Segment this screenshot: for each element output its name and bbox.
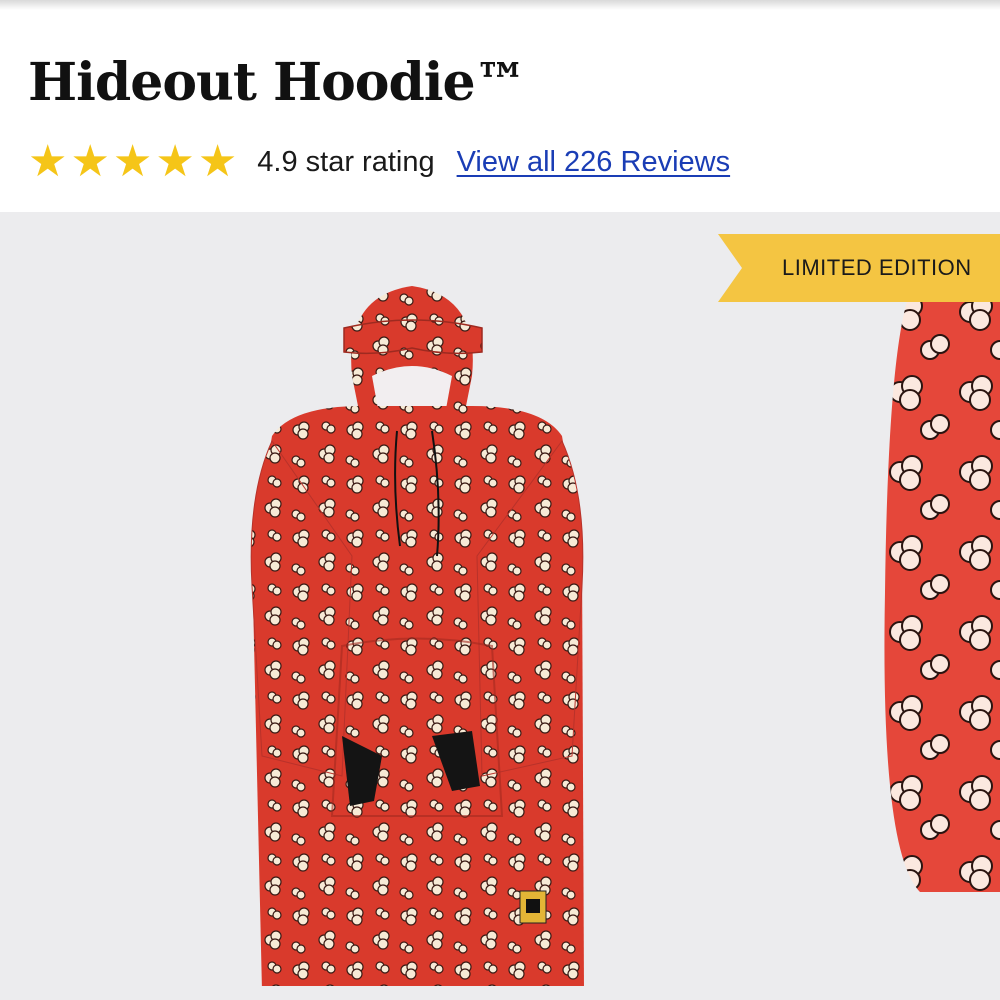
product-image-gallery[interactable]: LIMITED EDITION: [0, 212, 1000, 1000]
view-reviews-link[interactable]: View all 226 Reviews: [457, 146, 731, 179]
star-icon: ★: [70, 137, 110, 186]
next-product-image[interactable]: [880, 292, 1000, 892]
limited-edition-badge: LIMITED EDITION: [782, 255, 972, 280]
star-icon: ★: [28, 137, 68, 186]
top-shadow-bar: [0, 0, 1000, 10]
star-icon: ★: [155, 137, 195, 186]
rating-text: 4.9 star rating: [257, 145, 435, 178]
star-icon: ★: [112, 137, 153, 186]
hoodie-product-image[interactable]: [232, 256, 602, 986]
star-icon: ★: [197, 137, 238, 186]
product-title: Hideout Hoodie™: [28, 52, 527, 113]
star-rating: ★ ★ ★ ★ ★: [28, 140, 237, 184]
rating-row: ★ ★ ★ ★ ★ 4.9 star rating View all 226 R…: [28, 138, 730, 186]
